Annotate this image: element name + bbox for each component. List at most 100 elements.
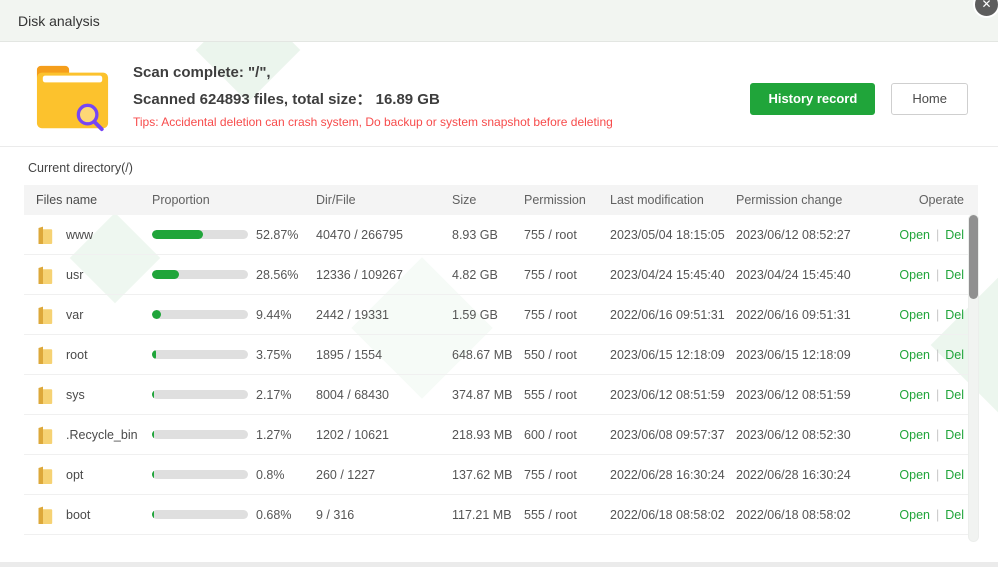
proportion-bar bbox=[152, 350, 248, 359]
file-name: boot bbox=[66, 508, 90, 522]
proportion-bar-fill bbox=[152, 390, 154, 399]
table-header-row: Files name Proportion Dir/File Size Perm… bbox=[24, 185, 978, 215]
del-link[interactable]: Del bbox=[945, 348, 964, 362]
open-link[interactable]: Open bbox=[899, 428, 930, 442]
proportion-cell: 0.68% bbox=[152, 508, 304, 522]
scan-result-text: Scan complete: "/", Scanned 624893 files… bbox=[133, 64, 613, 129]
proportion-bar-fill bbox=[152, 310, 161, 319]
proportion-label: 52.87% bbox=[256, 228, 298, 242]
permission-value: 550 / root bbox=[516, 348, 596, 362]
operate-cell: Open|Del bbox=[860, 508, 978, 522]
dir-file-count: 12336 / 109267 bbox=[304, 268, 440, 282]
proportion-cell: 3.75% bbox=[152, 348, 304, 362]
open-link[interactable]: Open bbox=[899, 388, 930, 402]
last-modification-value: 2023/04/24 15:45:40 bbox=[596, 268, 730, 282]
proportion-bar-fill bbox=[152, 230, 203, 239]
disk-analysis-window: Disk analysis ✕ Scan complete: "/", Scan… bbox=[0, 0, 998, 567]
permission-change-value: 2023/06/15 12:18:09 bbox=[730, 348, 860, 362]
del-link[interactable]: Del bbox=[945, 468, 964, 482]
operate-cell: Open|Del bbox=[860, 268, 978, 282]
table-row: var 9.44% 2442 / 19331 1.59 GB 755 / roo… bbox=[24, 295, 978, 335]
table-row: root 3.75% 1895 / 1554 648.67 MB 550 / r… bbox=[24, 335, 978, 375]
scan-summary-section: Scan complete: "/", Scanned 624893 files… bbox=[0, 42, 998, 147]
proportion-bar-fill bbox=[152, 510, 154, 519]
folder-icon bbox=[36, 425, 54, 445]
del-link[interactable]: Del bbox=[945, 308, 964, 322]
home-button[interactable]: Home bbox=[891, 83, 968, 115]
action-separator: | bbox=[936, 388, 939, 402]
vertical-scrollbar[interactable] bbox=[968, 214, 979, 542]
del-link[interactable]: Del bbox=[945, 228, 964, 242]
dir-file-count: 2442 / 19331 bbox=[304, 308, 440, 322]
scrollbar-thumb[interactable] bbox=[969, 215, 978, 299]
proportion-label: 0.68% bbox=[256, 508, 291, 522]
size-value: 1.59 GB bbox=[440, 308, 516, 322]
proportion-cell: 52.87% bbox=[152, 228, 304, 242]
files-name-cell: opt bbox=[24, 465, 152, 485]
header-buttons: History record Home bbox=[750, 83, 968, 115]
last-modification-value: 2022/06/28 16:30:24 bbox=[596, 468, 730, 482]
table-row: sys 2.17% 8004 / 68430 374.87 MB 555 / r… bbox=[24, 375, 978, 415]
file-name: opt bbox=[66, 468, 83, 482]
open-link[interactable]: Open bbox=[899, 348, 930, 362]
permission-value: 755 / root bbox=[516, 268, 596, 282]
folder-icon bbox=[36, 225, 54, 245]
open-link[interactable]: Open bbox=[899, 468, 930, 482]
file-name: var bbox=[66, 308, 83, 322]
proportion-cell: 28.56% bbox=[152, 268, 304, 282]
files-name-cell: sys bbox=[24, 385, 152, 405]
table-row: .Recycle_bin 1.27% 1202 / 10621 218.93 M… bbox=[24, 415, 978, 455]
table-row: boot 0.68% 9 / 316 117.21 MB 555 / root … bbox=[24, 495, 978, 535]
operate-cell: Open|Del bbox=[860, 468, 978, 482]
table-body: www 52.87% 40470 / 266795 8.93 GB 755 / … bbox=[24, 215, 978, 535]
last-modification-value: 2023/06/12 08:51:59 bbox=[596, 388, 730, 402]
open-link[interactable]: Open bbox=[899, 228, 930, 242]
proportion-label: 1.27% bbox=[256, 428, 291, 442]
permission-change-value: 2023/06/12 08:51:59 bbox=[730, 388, 860, 402]
scan-totals-line: Scanned 624893 files, total size： 16.89 … bbox=[133, 88, 613, 109]
operate-cell: Open | Del bbox=[860, 428, 978, 442]
proportion-cell: 9.44% bbox=[152, 308, 304, 322]
open-link[interactable]: Open bbox=[899, 308, 930, 322]
permission-change-value: 2022/06/16 09:51:31 bbox=[730, 308, 860, 322]
permission-change-value: 2023/06/12 08:52:30 bbox=[730, 428, 860, 442]
column-size: Size bbox=[440, 193, 516, 207]
history-record-button[interactable]: History record bbox=[750, 83, 875, 115]
files-name-cell: usr bbox=[24, 265, 152, 285]
permission-value: 600 / root bbox=[516, 428, 596, 442]
del-link[interactable]: Del bbox=[945, 268, 964, 282]
del-link[interactable]: Del bbox=[945, 428, 964, 442]
file-name: root bbox=[66, 348, 88, 362]
proportion-bar bbox=[152, 310, 248, 319]
files-name-cell: boot bbox=[24, 505, 152, 525]
last-modification-value: 2023/06/08 09:57:37 bbox=[596, 428, 730, 442]
column-dir-file: Dir/File bbox=[304, 193, 440, 207]
file-name: usr bbox=[66, 268, 83, 282]
action-separator: | bbox=[936, 228, 939, 242]
table-row: opt 0.8% 260 / 1227 137.62 MB 755 / root… bbox=[24, 455, 978, 495]
proportion-bar bbox=[152, 430, 248, 439]
dir-file-count: 1202 / 10621 bbox=[304, 428, 440, 442]
action-separator: | bbox=[936, 428, 939, 442]
open-link[interactable]: Open bbox=[899, 508, 930, 522]
permission-change-value: 2023/06/12 08:52:27 bbox=[730, 228, 860, 242]
proportion-label: 2.17% bbox=[256, 388, 291, 402]
file-name: sys bbox=[66, 388, 85, 402]
permission-change-value: 2022/06/28 16:30:24 bbox=[730, 468, 860, 482]
column-proportion: Proportion bbox=[152, 193, 304, 207]
proportion-bar bbox=[152, 470, 248, 479]
background-edge bbox=[0, 562, 998, 567]
del-link[interactable]: Del bbox=[945, 388, 964, 402]
del-link[interactable]: Del bbox=[945, 508, 964, 522]
open-link[interactable]: Open bbox=[899, 268, 930, 282]
proportion-cell: 1.27% bbox=[152, 428, 304, 442]
proportion-label: 3.75% bbox=[256, 348, 291, 362]
folder-icon bbox=[36, 505, 54, 525]
permission-value: 555 / root bbox=[516, 508, 596, 522]
dir-file-count: 9 / 316 bbox=[304, 508, 440, 522]
size-value: 137.62 MB bbox=[440, 468, 516, 482]
last-modification-value: 2022/06/18 08:58:02 bbox=[596, 508, 730, 522]
size-value: 4.82 GB bbox=[440, 268, 516, 282]
proportion-bar bbox=[152, 390, 248, 399]
size-value: 8.93 GB bbox=[440, 228, 516, 242]
